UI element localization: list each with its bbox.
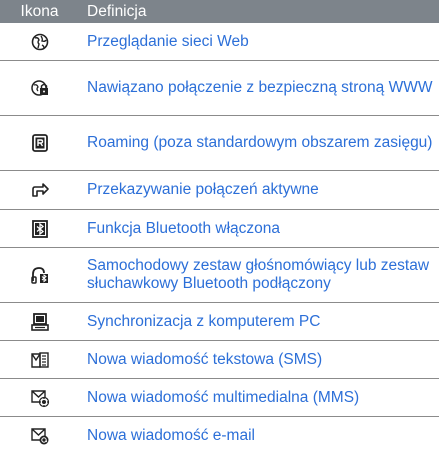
sms-icon xyxy=(30,351,49,368)
definition-text: Nowa wiadomość multimedialna (MMS) xyxy=(87,388,360,406)
table-row: Synchronizacja z komputerem PC xyxy=(0,303,439,341)
table-row: Funkcja Bluetooth włączona xyxy=(0,210,439,248)
table-row: Nowa wiadomość tekstowa (SMS) xyxy=(0,341,439,379)
secure-connection-icon xyxy=(30,80,48,96)
header-definition-column: Definicja xyxy=(87,2,147,20)
pc-sync-icon xyxy=(30,312,49,331)
call-forwarding-icon xyxy=(31,183,49,197)
mms-icon xyxy=(30,389,49,407)
definition-text: Przeglądanie sieci Web xyxy=(87,32,249,50)
table-row: Nowa wiadomość e-mail xyxy=(0,417,439,454)
web-browsing-icon xyxy=(31,33,48,50)
icon-definition-table: Ikona Definicja Przeglądanie sieci Web N… xyxy=(0,0,439,454)
definition-text: Funkcja Bluetooth włączona xyxy=(87,219,281,237)
definition-text: Nowa wiadomość e-mail xyxy=(87,426,255,444)
table-header: Ikona Definicja xyxy=(0,0,439,23)
definition-text: Przekazywanie połączeń aktywne xyxy=(87,181,319,198)
definition-text: Nowa wiadomość tekstowa (SMS) xyxy=(87,350,323,368)
header-icon-column: Ikona xyxy=(20,2,59,20)
table-row: Roaming (poza standardowym obszarem zasi… xyxy=(0,116,439,171)
definition-text: Nawiązano połączenie z bezpieczną stroną… xyxy=(87,79,433,96)
definition-text: Synchronizacja z komputerem PC xyxy=(87,312,321,330)
bluetooth-headset-icon xyxy=(30,267,48,284)
roaming-icon xyxy=(31,134,48,152)
definition-text: Samochodowy zestaw głośnomówiący lub zes… xyxy=(87,257,430,292)
definition-text: Roaming (poza standardowym obszarem zasi… xyxy=(87,134,433,151)
table-row: Nowa wiadomość multimedialna (MMS) xyxy=(0,379,439,417)
table-row: Przekazywanie połączeń aktywne xyxy=(0,171,439,210)
email-icon xyxy=(30,427,48,444)
table-row: Samochodowy zestaw głośnomówiący lub zes… xyxy=(0,248,439,303)
bluetooth-icon xyxy=(31,219,48,238)
table-row: Nawiązano połączenie z bezpieczną stroną… xyxy=(0,61,439,116)
table-row: Przeglądanie sieci Web xyxy=(0,23,439,61)
